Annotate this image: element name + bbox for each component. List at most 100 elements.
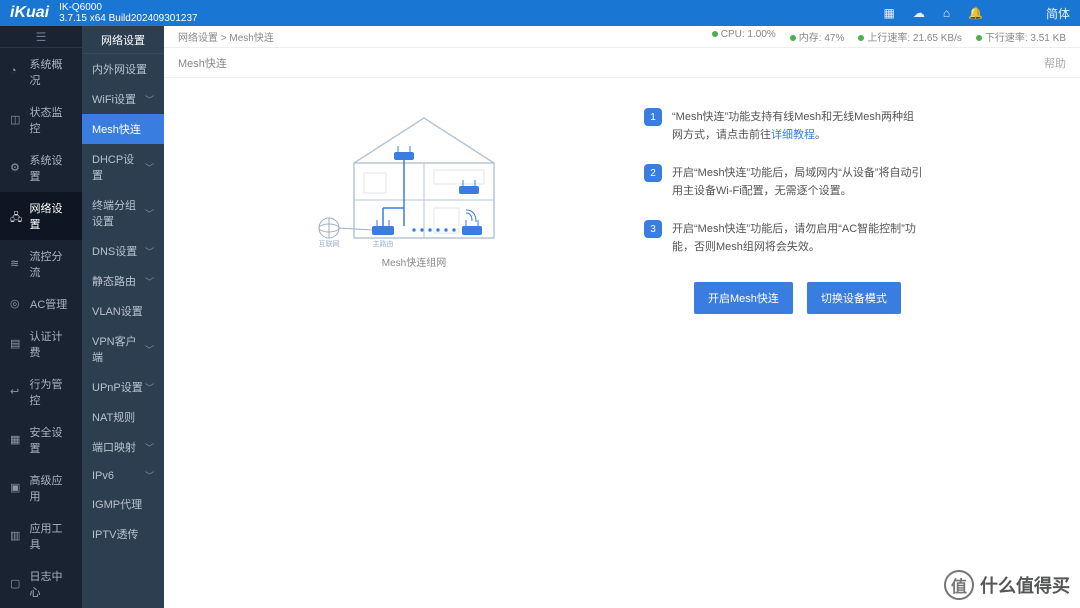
sidebar-item-advanced[interactable]: ▣ 高级应用 (0, 464, 82, 512)
sidebar2-item[interactable]: VLAN设置 (82, 296, 164, 326)
sidebar-item-network[interactable]: 🖧网络设置 (0, 192, 82, 240)
breadcrumb-sep: > (221, 33, 227, 44)
breadcrumb-lvl1[interactable]: 网络设置 (178, 33, 218, 44)
chevron-down-icon: ﹀ (145, 441, 154, 454)
sidebar2-item-label: UPnP设置 (92, 379, 143, 395)
chevron-down-icon: ﹀ (145, 245, 154, 258)
firmware-version: 3.7.15 x64 Build202409301237 (59, 13, 197, 24)
sidebar2-item-label: NAT规则 (92, 409, 135, 425)
step-number: 3 (644, 220, 662, 238)
sidebar2-item[interactable]: Mesh快连 (82, 114, 164, 144)
sidebar-item-security[interactable]: ▦安全设置 (0, 416, 82, 464)
step-text: 开启“Mesh快连”功能后，局域网内“从设备”将自动引用主设备Wi-Fi配置，无… (672, 165, 924, 200)
sidebar-item-label: 流控分流 (30, 248, 72, 280)
sidebar2-item-label: DHCP设置 (92, 151, 145, 183)
sidebar-item-label: 日志中心 (30, 568, 72, 600)
collapse-toggle[interactable]: ☰ (0, 26, 82, 48)
sidebar2-item[interactable]: NAT规则 (82, 402, 164, 432)
switch-mode-button[interactable]: 切换设备模式 (807, 282, 901, 314)
sidebar-item-system[interactable]: ⚙系统设置 (0, 144, 82, 192)
upspeed-stat: 上行速率: 21.65 KB/s (858, 29, 961, 44)
globe-icon (319, 218, 339, 238)
language-selector[interactable]: 简体 (1046, 5, 1070, 22)
sidebar-item-logs[interactable]: ▢ 日志中心 (0, 560, 82, 608)
sidebar2-item[interactable]: IPv6﹀ (82, 462, 164, 489)
step-text: “Mesh快连”功能支持有线Mesh和无线Mesh两种组网方式，请点击前往详细教… (672, 109, 924, 144)
dashboard-icon: ◔ (10, 65, 24, 79)
sidebar2-item[interactable]: IGMP代理 (82, 489, 164, 519)
log-icon: ▢ (10, 577, 24, 591)
sidebar-item-label: 高级应用 (30, 472, 72, 504)
sidebar2-item-label: 终端分组设置 (92, 197, 145, 229)
steps-panel: 1 “Mesh快连”功能支持有线Mesh和无线Mesh两种组网方式，请点击前往详细… (644, 108, 924, 578)
sidebar2-item[interactable]: DNS设置 ﹀ (82, 236, 164, 266)
sidebar2-item-label: 端口映射 (92, 439, 136, 455)
main-router-label: 主路由 (373, 239, 394, 248)
sidebar-item-label: 状态监控 (30, 104, 72, 136)
action-buttons: 开启Mesh快连 切换设备模式 (694, 282, 924, 314)
grid-icon[interactable]: ▦ (883, 6, 894, 20)
sidebar2-item-label: VPN客户端 (92, 333, 145, 365)
sidebar2-item[interactable]: 端口映射 ﹀ (82, 432, 164, 462)
breadcrumb-lvl2: Mesh快连 (229, 33, 273, 44)
sidebar-item-auth[interactable]: ▤认证计费 (0, 320, 82, 368)
sidebar2-item[interactable]: DHCP设置﹀ (82, 144, 164, 190)
primary-sidebar: ☰ ◔系统概况 ◫ 状态监控 ⚙系统设置 🖧网络设置 ≋ 流控分流 ◎AC管理 ▤认… (0, 26, 82, 608)
watermark-text: 什么值得买 (980, 572, 1070, 598)
sidebar-item-label: 网络设置 (30, 200, 72, 232)
sidebar-item-tools[interactable]: ▥应用工具 (0, 512, 82, 560)
enable-mesh-button[interactable]: 开启Mesh快连 (694, 282, 793, 314)
device-model: IK-Q6000 (59, 2, 197, 13)
sidebar2-item[interactable]: WiFi设置﹀ (82, 84, 164, 114)
brand-logo: iKuai (10, 4, 49, 22)
tutorial-link[interactable]: 详细教程 (771, 129, 815, 141)
sidebar-item-overview[interactable]: ◔系统概况 (0, 48, 82, 96)
sidebar2-item[interactable]: 终端分组设置﹀ (82, 190, 164, 236)
flow-icon: ≋ (10, 257, 24, 271)
advanced-icon: ▣ (10, 481, 24, 495)
downspeed-stat: 下行速率: 3.51 KB (976, 29, 1066, 44)
secondary-sidebar: 网络设置 内外网设置WiFi设置﹀Mesh快连DHCP设置﹀终端分组设置﹀DNS… (82, 26, 164, 608)
sidebar-item-flowcontrol[interactable]: ≋ 流控分流 (0, 240, 82, 288)
gear-icon: ⚙ (10, 161, 24, 175)
cloud-icon[interactable]: ☁ (913, 6, 925, 20)
sidebar2-item-label: IPTV透传 (92, 526, 138, 542)
help-link[interactable]: 帮助 (1044, 55, 1066, 71)
sidebar-item-label: 认证计费 (30, 328, 72, 360)
sidebar2-item[interactable]: 静态路由﹀ (82, 266, 164, 296)
sidebar-item-label: AC管理 (30, 296, 67, 312)
sidebar-item-label: 安全设置 (30, 424, 72, 456)
bell-icon[interactable]: 🔔 (968, 6, 983, 20)
up-dot-icon (858, 35, 864, 41)
sidebar-item-status[interactable]: ◫ 状态监控 (0, 96, 82, 144)
user-icon[interactable]: 👤 (1001, 6, 1016, 20)
sidebar-item-behavior[interactable]: ↩行为管控 (0, 368, 82, 416)
sidebar2-item[interactable]: IPTV透传 (82, 519, 164, 549)
sidebar2-item-label: 静态路由 (92, 273, 136, 289)
sidebar-item-ac[interactable]: ◎AC管理 (0, 288, 82, 320)
diagram-caption: Mesh快连组网 (224, 254, 604, 269)
mem-stat: 内存: 47% (790, 29, 845, 44)
mesh-diagram: 互联网 主路由 Mesh快连组网 (224, 108, 604, 578)
step-number: 2 (644, 164, 662, 182)
header-bar: iKuai IK-Q6000 3.7.15 x64 Build202409301… (0, 0, 1080, 26)
status-bar: 网络设置 > Mesh快连 CPU: 1.00% 内存: 47% 上行速率: 2… (164, 26, 1080, 48)
cpu-dot-icon (712, 31, 718, 37)
router-right-icon (459, 180, 479, 194)
device-info: IK-Q6000 3.7.15 x64 Build202409301237 (59, 2, 197, 24)
down-dot-icon (976, 35, 982, 41)
main-content: 网络设置 > Mesh快连 CPU: 1.00% 内存: 47% 上行速率: 2… (164, 26, 1080, 608)
sidebar2-item-label: DNS设置 (92, 243, 137, 259)
router-top-icon (394, 146, 414, 160)
home-icon[interactable]: ⌂ (943, 6, 950, 20)
sidebar2-item[interactable]: VPN客户端﹀ (82, 326, 164, 372)
step-item: 3开启“Mesh快连”功能后，请勿启用“AC智能控制”功能，否则Mesh组网将会… (644, 220, 924, 256)
chevron-down-icon: ﹀ (145, 93, 154, 106)
sidebar2-item[interactable]: UPnP设置﹀ (82, 372, 164, 402)
step-number: 1 (644, 108, 662, 126)
sidebar-item-label: 应用工具 (30, 520, 72, 552)
sidebar2-item-label: VLAN设置 (92, 303, 143, 319)
sidebar2-item[interactable]: 内外网设置 (82, 54, 164, 84)
monitor-icon: ◫ (10, 113, 24, 127)
watermark: 值 什么值得买 (944, 570, 1070, 600)
